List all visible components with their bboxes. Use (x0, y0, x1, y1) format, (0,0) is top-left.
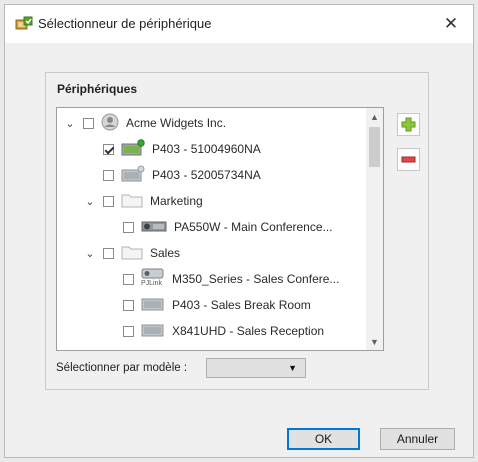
tree-item-label: PA550W - Main Conference... (174, 220, 333, 234)
remove-icon (401, 156, 416, 163)
tree-item-folder[interactable]: ⌄ Marketing (83, 188, 203, 214)
scroll-down-icon[interactable]: ▼ (366, 333, 383, 350)
projector-online-icon (121, 138, 145, 160)
folder-icon (121, 192, 143, 211)
projector-icon (141, 322, 165, 341)
projector-icon (141, 219, 167, 236)
model-filter-select[interactable]: ▼ (206, 358, 306, 378)
tree-item-label: M350_Series - Sales Confere... (172, 272, 340, 286)
devices-group: Périphériques ⌄ Acme Widgets Inc. P403 -… (45, 72, 429, 390)
tree-item-device[interactable]: P403 - Sales Break Room (123, 292, 311, 318)
tree-checkbox[interactable] (83, 117, 94, 129)
tree-item-device[interactable]: X841UHD - Sales Reception (123, 318, 324, 344)
tree-checkbox[interactable] (123, 221, 134, 233)
organization-icon (101, 113, 119, 134)
close-button[interactable]: ✕ (429, 5, 473, 43)
tree-item-label: Sales (150, 246, 181, 260)
add-device-button[interactable] (397, 113, 420, 136)
projector-icon (141, 296, 165, 315)
tree-scrollbar[interactable]: ▲ ▼ (366, 108, 383, 350)
devices-group-title: Périphériques (57, 82, 138, 96)
tree-item-org[interactable]: ⌄ Acme Widgets Inc. (63, 110, 226, 136)
tree-checkbox[interactable] (103, 247, 114, 259)
device-tree[interactable]: ⌄ Acme Widgets Inc. P403 - 51004960NA P4… (56, 107, 384, 351)
remove-device-button[interactable] (397, 148, 420, 171)
tree-checkbox[interactable] (103, 143, 114, 155)
model-filter-label: Sélectionner par modèle : (56, 362, 188, 374)
folder-icon (121, 244, 143, 263)
tree-checkbox[interactable] (103, 169, 114, 181)
close-icon: ✕ (443, 14, 459, 33)
tree-item-device[interactable]: P403 - 51004960NA (103, 136, 261, 162)
tree-item-device[interactable]: PA550W - Main Conference... (123, 214, 333, 240)
tree-item-label: Marketing (150, 194, 203, 208)
tree-item-label: P403 - 51004960NA (152, 142, 261, 156)
tree-checkbox[interactable] (123, 325, 134, 337)
pjlink-projector-icon: PJLink (141, 268, 165, 290)
chevron-down-icon[interactable]: ⌄ (83, 195, 97, 208)
tree-item-device[interactable]: P403 - 52005734NA (103, 162, 261, 188)
ok-button[interactable]: OK (287, 428, 360, 450)
scroll-up-icon[interactable]: ▲ (366, 108, 383, 125)
tree-checkbox[interactable] (103, 195, 114, 207)
device-selector-icon (15, 16, 33, 32)
tree-item-device[interactable]: PJLink M350_Series - Sales Confere... (123, 266, 339, 292)
tree-checkbox[interactable] (123, 273, 134, 285)
tree-item-label: P403 - 52005734NA (152, 168, 261, 182)
device-selector-dialog: Sélectionneur de périphérique ✕ Périphér… (4, 4, 474, 458)
dropdown-arrow-icon: ▼ (288, 363, 297, 373)
chevron-down-icon[interactable]: ⌄ (63, 117, 77, 130)
title-bar: Sélectionneur de périphérique ✕ (5, 5, 473, 43)
tree-item-label: Acme Widgets Inc. (126, 116, 227, 130)
tree-item-label: P403 - Sales Break Room (172, 298, 311, 312)
tree-item-label: X841UHD - Sales Reception (172, 324, 325, 338)
tree-item-folder[interactable]: ⌄ Sales (83, 240, 180, 266)
window-title: Sélectionneur de périphérique (38, 16, 212, 31)
pjlink-icon-text: PJLink (141, 280, 163, 287)
add-icon (401, 117, 416, 132)
scrollbar-thumb[interactable] (369, 127, 380, 167)
chevron-down-icon[interactable]: ⌄ (83, 247, 97, 260)
projector-icon (121, 165, 145, 186)
cancel-button[interactable]: Annuler (380, 428, 455, 450)
tree-checkbox[interactable] (123, 299, 134, 311)
